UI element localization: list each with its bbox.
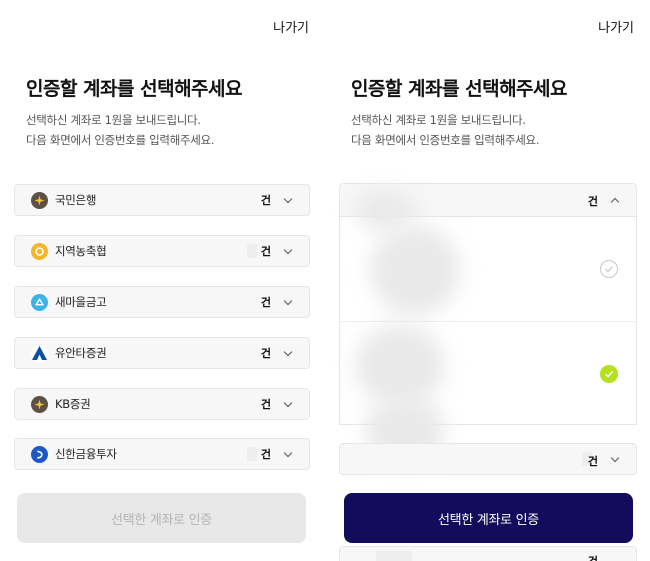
- page-title: 인증할 계좌를 선택해주세요: [351, 78, 568, 100]
- kb-star-icon: [31, 395, 48, 413]
- redacted-area: [370, 225, 460, 315]
- account-count: 건: [260, 347, 271, 360]
- institution-row-nonghyup[interactable]: 지역농축협 건: [14, 235, 310, 267]
- institution-row-collapsed[interactable]: 건: [339, 443, 637, 475]
- exit-button[interactable]: 나가기: [273, 17, 309, 36]
- chevron-down-icon: [283, 245, 293, 255]
- masked-count-placeholder: [247, 447, 257, 461]
- account-select-screen: 나가기 인증할 계좌를 선택해주세요 선택하신 계좌로 1원을 보내드립니다. …: [325, 0, 650, 561]
- institution-row-saemaeul[interactable]: 새마을금고 건: [14, 286, 310, 318]
- institution-select-screen: 나가기 인증할 계좌를 선택해주세요 선택하신 계좌로 1원을 보내드립니다. …: [0, 0, 325, 561]
- redacted-area: [355, 325, 445, 405]
- chevron-down-icon: [283, 398, 293, 408]
- account-count: 건: [260, 296, 271, 309]
- page-subtitle-line1: 선택하신 계좌로 1원을 보내드립니다.: [351, 113, 526, 127]
- yuanta-a-icon: [31, 344, 48, 362]
- kb-star-icon: [31, 191, 48, 209]
- institution-name: 지역농축협: [55, 244, 107, 258]
- account-count: 건: [587, 455, 598, 468]
- institution-name: 유안타증권: [55, 346, 107, 360]
- masked-count-placeholder: [247, 244, 257, 258]
- check-circle-icon: [600, 365, 618, 383]
- chevron-down-icon: [283, 448, 293, 458]
- chevron-up-icon: [610, 197, 620, 207]
- institution-name: 새마을금고: [55, 295, 107, 309]
- account-count: 건: [260, 398, 271, 411]
- page-title: 인증할 계좌를 선택해주세요: [26, 78, 243, 100]
- institution-name: 국민은행: [55, 193, 97, 207]
- account-count: 건: [260, 448, 271, 461]
- account-count: 건: [260, 194, 271, 207]
- chevron-down-icon: [610, 453, 620, 463]
- account-count: 건: [587, 195, 598, 208]
- chevron-down-icon: [283, 347, 293, 357]
- verify-selected-account-button[interactable]: 선택한 계좌로 인증: [344, 493, 633, 543]
- institution-name: KB증권: [55, 397, 91, 411]
- verify-selected-account-button[interactable]: 선택한 계좌로 인증: [17, 493, 306, 543]
- nh-coin-icon: [31, 242, 48, 260]
- chevron-down-icon: [283, 194, 293, 204]
- institution-name: 신한금융투자: [55, 447, 117, 461]
- institution-row-shinhan[interactable]: 신한금융투자 건: [14, 438, 310, 470]
- account-count: 건: [588, 553, 598, 561]
- page-subtitle-line2: 다음 화면에서 인증번호를 입력해주세요.: [351, 133, 540, 147]
- chevron-down-icon: [283, 296, 293, 306]
- account-count: 건: [260, 245, 271, 258]
- masked-area: [376, 551, 412, 561]
- institution-row-yuanta[interactable]: 유안타증권 건: [14, 337, 310, 369]
- institution-row-kookmin[interactable]: 국민은행 건: [14, 184, 310, 216]
- mg-cloud-icon: [31, 293, 48, 311]
- exit-button[interactable]: 나가기: [598, 17, 634, 36]
- shinhan-icon: [31, 445, 48, 463]
- page-subtitle-line1: 선택하신 계좌로 1원을 보내드립니다.: [26, 113, 201, 127]
- unchecked-circle-icon: [600, 260, 618, 278]
- institution-row-kb-securities[interactable]: KB증권 건: [14, 388, 310, 420]
- page-subtitle-line2: 다음 화면에서 인증번호를 입력해주세요.: [26, 133, 215, 147]
- institution-row-partial[interactable]: 건: [339, 546, 637, 561]
- redacted-area: [355, 190, 415, 230]
